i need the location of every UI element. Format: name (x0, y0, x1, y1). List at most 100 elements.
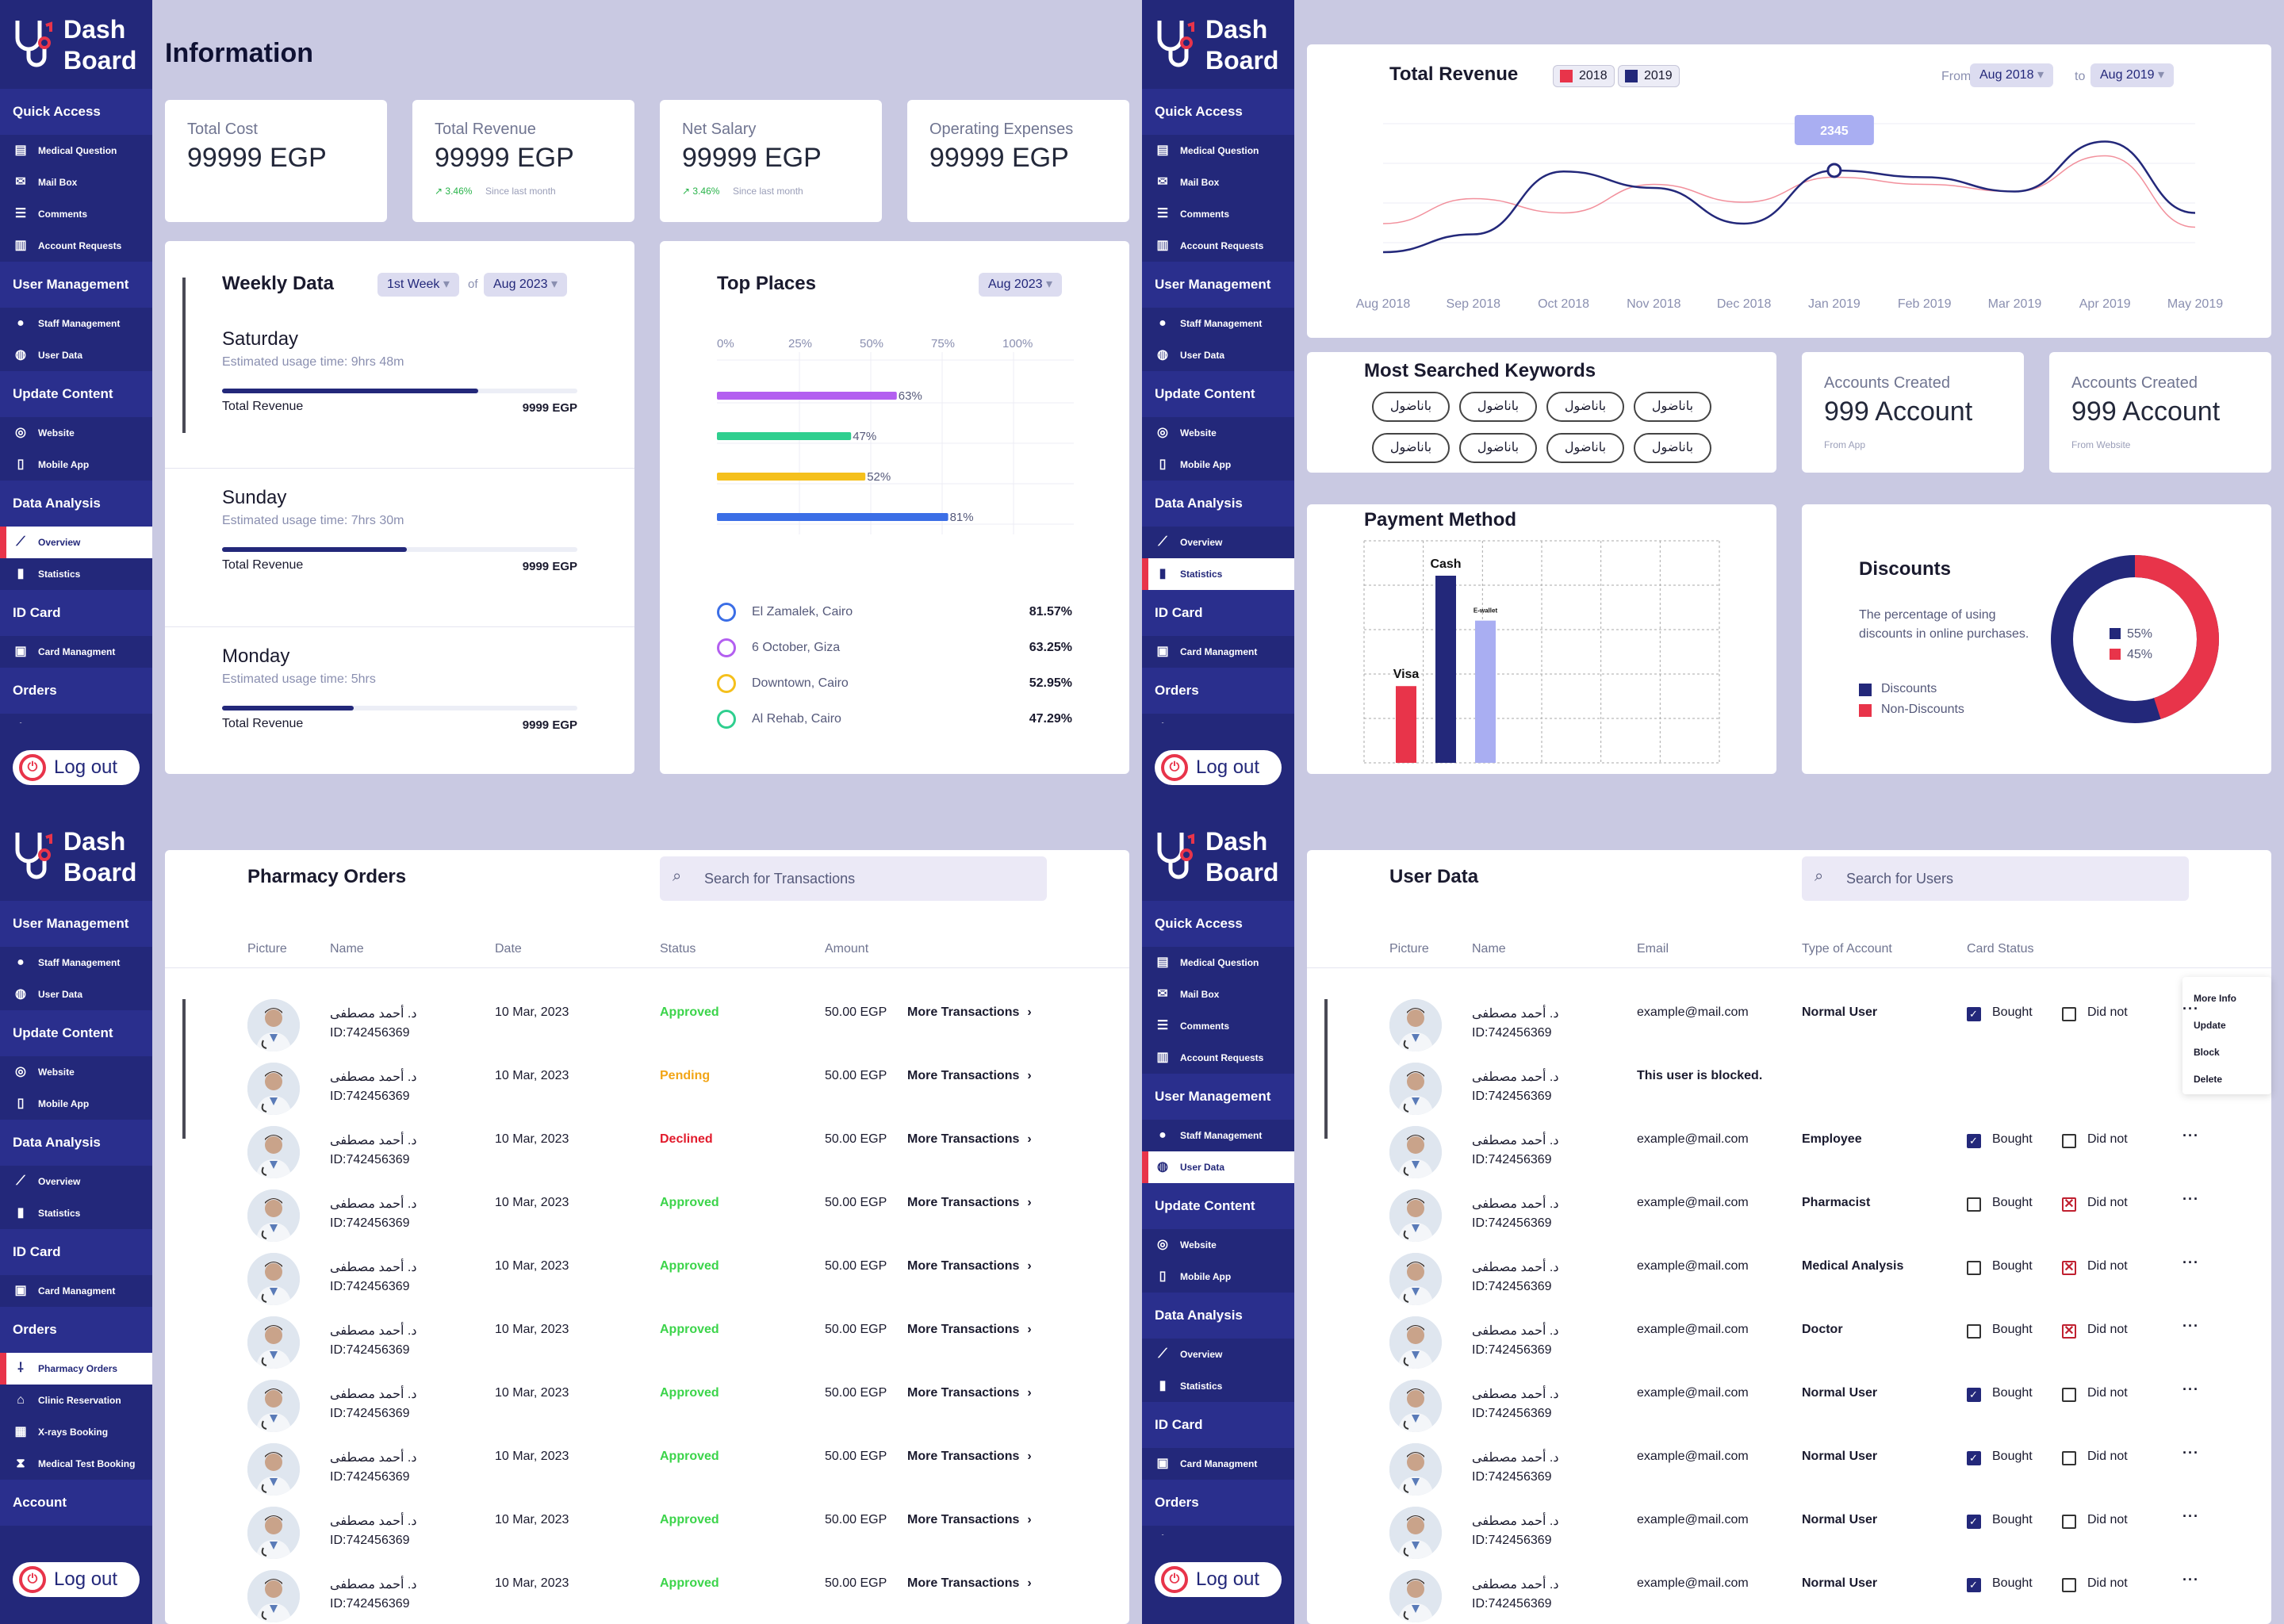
table-row[interactable]: د. أحمد مصطفى ID:742456369 example@mail.co… (1307, 1126, 2271, 1189)
more-transactions-link[interactable]: More Transactions › (907, 1386, 1032, 1400)
more-options-icon[interactable]: ··· (2182, 1254, 2199, 1271)
table-row[interactable]: د. أحمد مصطفى ID:742456369 example@mail.co… (1307, 1316, 2271, 1380)
sidebar-item-mobile-app[interactable]: ▯ Mobile App (1142, 449, 1294, 481)
sidebar-item-xrays-booking[interactable]: ▦ X-rays Booking (0, 1416, 152, 1448)
table-row[interactable]: د. أحمد مصطفى ID:742456369 example@mail.co… (1307, 1443, 2271, 1507)
sidebar-item-clinic-reservation[interactable]: ⌂ Clinic Reservation (0, 1385, 152, 1416)
sidebar-item-statistics[interactable]: ▮ Statistics (1142, 558, 1294, 590)
table-row[interactable]: د. أحمد مصطفى ID:742456369 10 Mar, 2023 App… (165, 1443, 1129, 1507)
table-row[interactable]: د. أحمد مصطفى ID:742456369 example@mail.co… (1307, 1253, 2271, 1316)
table-row[interactable]: د. أحمد مصطفى ID:742456369 10 Mar, 2023 App… (165, 1380, 1129, 1443)
keyword-chip[interactable]: باناضول (1372, 433, 1450, 463)
table-row[interactable]: د. أحمد مصطفى ID:742456369 10 Mar, 2023 App… (165, 1253, 1129, 1316)
sidebar-item-user-data[interactable]: ◍ User Data (0, 979, 152, 1010)
did-not-checkbox[interactable]: ✕ (2062, 1261, 2076, 1275)
bought-checkbox[interactable] (1967, 1261, 1981, 1275)
sidebar-item-mail-box[interactable]: ✉ Mail Box (1142, 979, 1294, 1010)
more-options-icon[interactable]: ··· (2182, 1381, 2199, 1398)
sidebar-item-statistics[interactable]: ▮ Statistics (0, 1197, 152, 1229)
more-options-icon[interactable]: ··· (2182, 1128, 2199, 1144)
bought-checkbox[interactable] (1967, 1197, 1981, 1212)
sidebar-item-user-data[interactable]: ◍ User Data (1142, 339, 1294, 371)
keyword-chip[interactable]: باناضول (1546, 392, 1624, 422)
sidebar-item-medical-question[interactable]: ▤ Medical Question (0, 135, 152, 167)
more-transactions-link[interactable]: More Transactions › (907, 1323, 1032, 1337)
did-not-checkbox[interactable] (2062, 1451, 2076, 1465)
keyword-chip[interactable]: باناضول (1372, 392, 1450, 422)
more-options-icon[interactable]: ··· (2182, 1508, 2199, 1525)
more-transactions-link[interactable]: More Transactions › (907, 1450, 1032, 1464)
more-options-icon[interactable]: ··· (2182, 1318, 2199, 1335)
table-row[interactable]: د. أحمد مصطفى ID:742456369 example@mail.co… (1307, 1507, 2271, 1570)
sidebar-item-account-requests[interactable]: ▥ Account Requests (0, 230, 152, 262)
sidebar-item-staff-management[interactable]: ● Staff Management (0, 308, 152, 339)
week-select[interactable]: 1st Week ▾ (377, 273, 459, 297)
did-not-checkbox[interactable] (2062, 1388, 2076, 1402)
sidebar-item-mobile-app[interactable]: ▯ Mobile App (1142, 1261, 1294, 1293)
keyword-chip[interactable]: باناضول (1546, 433, 1624, 463)
table-row[interactable]: د. أحمد مصطفى ID:742456369 10 Mar, 2023 App… (165, 1316, 1129, 1380)
sidebar-item-mobile-app[interactable]: ▯ Mobile App (0, 1088, 152, 1120)
sidebar-item-comments[interactable]: ☰ Comments (1142, 198, 1294, 230)
sidebar-item-card-management[interactable]: ▣ Card Managment (1142, 636, 1294, 668)
keyword-chip[interactable]: باناضول (1459, 433, 1537, 463)
sidebar-item-overview[interactable]: ⟋ Overview (0, 527, 152, 558)
logout-button[interactable]: ⏻ Log out (1155, 1562, 1282, 1597)
bought-checkbox[interactable] (1967, 1324, 1981, 1339)
sidebar-item-overview[interactable]: ⟋ Overview (0, 1166, 152, 1197)
bought-checkbox[interactable]: ✓ (1967, 1007, 1981, 1021)
sidebar-item-staff-management[interactable]: ● Staff Management (0, 947, 152, 979)
table-row[interactable]: د. أحمد مصطفى ID:742456369 10 Mar, 2023 Dec… (165, 1126, 1129, 1189)
legend-2018[interactable]: 2018 (1553, 65, 1615, 87)
bought-checkbox[interactable]: ✓ (1967, 1451, 1981, 1465)
table-row[interactable]: د. أحمد مصطفى ID:742456369 example@mail.co… (1307, 1189, 2271, 1253)
sidebar-item-medical-test-booking[interactable]: ⧗ Medical Test Booking (0, 1448, 152, 1480)
bought-checkbox[interactable]: ✓ (1967, 1515, 1981, 1529)
did-not-checkbox[interactable] (2062, 1134, 2076, 1148)
keyword-chip[interactable]: باناضول (1634, 392, 1711, 422)
did-not-checkbox[interactable]: ✕ (2062, 1324, 2076, 1339)
did-not-checkbox[interactable] (2062, 1578, 2076, 1592)
sidebar-item-account-requests[interactable]: ▥ Account Requests (1142, 1042, 1294, 1074)
to-select[interactable]: Aug 2019 ▾ (2090, 63, 2174, 87)
logout-button[interactable]: ⏻ Log out (1155, 750, 1282, 785)
table-row[interactable]: د. أحمد مصطفى ID:742456369 This user is bl… (1307, 1063, 2271, 1126)
sidebar-item-card-management[interactable]: ▣ Card Managment (0, 1275, 152, 1307)
legend-2019[interactable]: 2019 (1618, 65, 1680, 87)
transactions-search-input[interactable]: Search for Transactions (660, 856, 1047, 901)
sidebar-item-medical-question[interactable]: ▤ Medical Question (1142, 947, 1294, 979)
bought-checkbox[interactable]: ✓ (1967, 1388, 1981, 1402)
places-month-select[interactable]: Aug 2023 ▾ (979, 273, 1062, 297)
more-options-icon[interactable]: ··· (2182, 1572, 2199, 1588)
sidebar-item-statistics[interactable]: ▮ Statistics (0, 558, 152, 590)
more-transactions-link[interactable]: More Transactions › (907, 1259, 1032, 1274)
sidebar-item-mail-box[interactable]: ✉ Mail Box (1142, 167, 1294, 198)
sidebar-item-overview[interactable]: ⟋ Overview (1142, 527, 1294, 558)
sidebar-item-card-management[interactable]: ▣ Card Managment (1142, 1448, 1294, 1480)
table-row[interactable]: د. أحمد مصطفى ID:742456369 10 Mar, 2023 App… (165, 1189, 1129, 1253)
sidebar-item-website[interactable]: ◎ Website (1142, 417, 1294, 449)
from-select[interactable]: Aug 2018 ▾ (1970, 63, 2053, 87)
sidebar-item-website[interactable]: ◎ Website (1142, 1229, 1294, 1261)
month-select[interactable]: Aug 2023 ▾ (484, 273, 567, 297)
more-transactions-link[interactable]: More Transactions › (907, 1196, 1032, 1210)
sidebar-item-comments[interactable]: ☰ Comments (0, 198, 152, 230)
more-options-icon[interactable]: ··· (2182, 1191, 2199, 1208)
sidebar-item-statistics[interactable]: ▮ Statistics (1142, 1370, 1294, 1402)
table-row[interactable]: د. أحمد مصطفى ID:742456369 10 Mar, 2023 App… (165, 999, 1129, 1063)
sidebar-item-mobile-app[interactable]: ▯ Mobile App (0, 449, 152, 481)
table-row[interactable]: د. أحمد مصطفى ID:742456369 10 Mar, 2023 App… (165, 1570, 1129, 1624)
sidebar-item-user-data[interactable]: ◍ User Data (1142, 1151, 1294, 1183)
table-row[interactable]: د. أحمد مصطفى ID:742456369 example@mail.co… (1307, 1570, 2271, 1624)
sidebar-item-staff-management[interactable]: ● Staff Management (1142, 308, 1294, 339)
keyword-chip[interactable]: باناضول (1459, 392, 1537, 422)
logout-button[interactable]: ⏻ Log out (13, 1562, 140, 1597)
bought-checkbox[interactable]: ✓ (1967, 1578, 1981, 1592)
logout-button[interactable]: ⏻ Log out (13, 750, 140, 785)
sidebar-item-comments[interactable]: ☰ Comments (1142, 1010, 1294, 1042)
sidebar-item-website[interactable]: ◎ Website (0, 417, 152, 449)
more-transactions-link[interactable]: More Transactions › (907, 1069, 1032, 1083)
more-transactions-link[interactable]: More Transactions › (907, 1005, 1032, 1020)
sidebar-item-staff-management[interactable]: ● Staff Management (1142, 1120, 1294, 1151)
users-search-input[interactable]: Search for Users (1802, 856, 2189, 901)
